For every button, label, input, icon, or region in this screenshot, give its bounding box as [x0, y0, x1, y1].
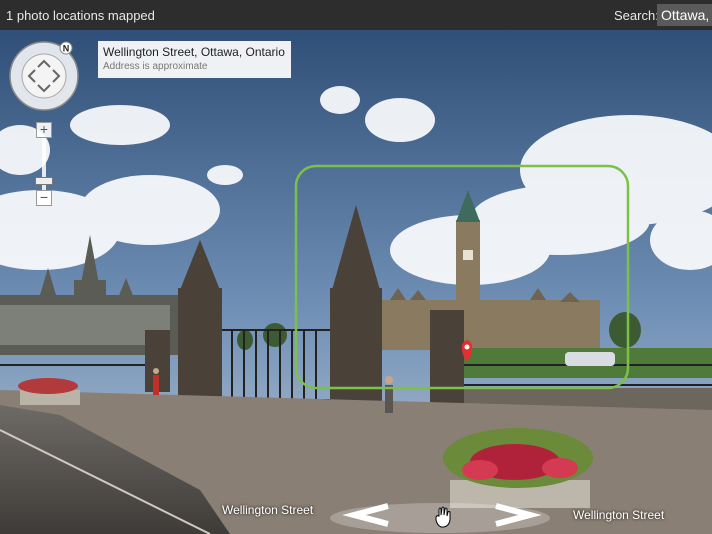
address-approximate-note: Address is approximate — [103, 61, 208, 72]
panorama-image — [0, 30, 712, 534]
compass-pan-control[interactable]: N — [8, 39, 82, 113]
address-card: Wellington Street, Ottawa, Ontario Addre… — [98, 41, 291, 78]
street-label-left: Wellington Street — [222, 503, 314, 517]
hand-cursor-icon — [435, 506, 451, 528]
search-label: Search: — [614, 8, 659, 23]
zoom-slider-handle[interactable] — [35, 177, 53, 185]
zoom-out-button[interactable]: − — [36, 190, 52, 206]
navigate-left-arrow-icon[interactable] — [340, 500, 400, 530]
compass-north-label: N — [63, 44, 70, 54]
navigate-right-arrow-icon[interactable] — [488, 500, 548, 530]
zoom-in-button[interactable]: + — [36, 122, 52, 138]
search-input[interactable] — [657, 4, 712, 26]
street-view-panorama[interactable]: Wellington Street, Ottawa, Ontario Addre… — [0, 30, 712, 534]
street-label-right: Wellington Street — [573, 508, 665, 522]
photo-count-status: 1 photo locations mapped — [6, 8, 155, 23]
top-bar: 1 photo locations mapped Search: — [0, 0, 712, 30]
address-line: Wellington Street, Ottawa, Ontario — [103, 45, 285, 59]
